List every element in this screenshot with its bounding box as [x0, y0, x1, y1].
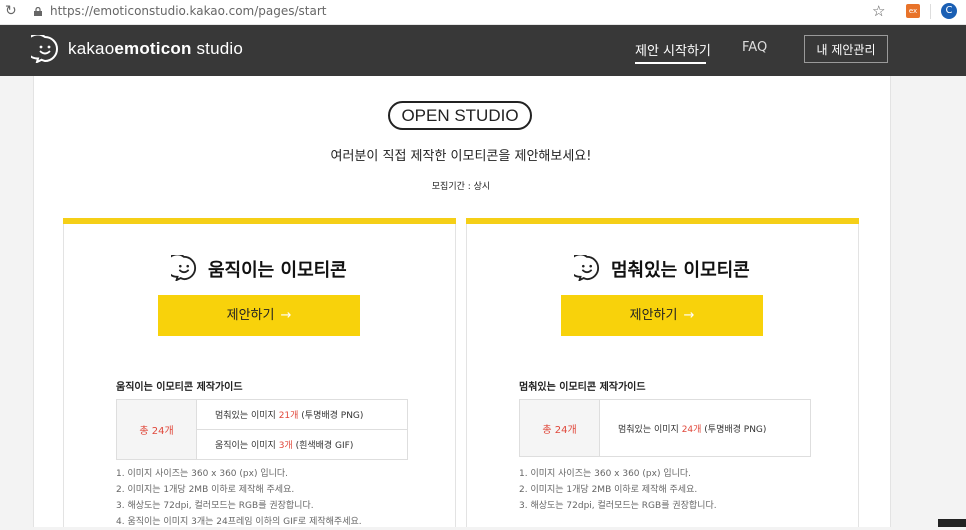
- card-accent-bar: [466, 218, 859, 224]
- lock-icon: [34, 7, 42, 16]
- card-title: 움직이는 이모티콘: [208, 260, 347, 281]
- static-emoticon-card: 멈춰있는 이모티콘 제안하기 → 멈춰있는 이모티콘 제작가이드 총 24개 멈춰…: [466, 218, 859, 527]
- browser-toolbar: ↻ https://emoticonstudio.kakao.com/pages…: [0, 0, 966, 25]
- total-count: 총 24개: [519, 399, 600, 457]
- guide-table: 총 24개 멈춰있는 이미지 24개 (투명배경 PNG): [519, 399, 811, 457]
- bookmark-star-icon[interactable]: ☆: [872, 2, 885, 20]
- table-row: 멈춰있는 이미지 21개 (투명배경 PNG): [196, 399, 408, 430]
- speech-bubble-smile-icon: [574, 255, 599, 281]
- guide-title: 멈춰있는 이모티콘 제작가이드: [519, 382, 646, 393]
- propose-button[interactable]: 제안하기 →: [158, 295, 360, 336]
- reload-icon[interactable]: ↻: [5, 3, 17, 19]
- table-row: 움직이는 이미지 3개 (흰색배경 GIF): [196, 429, 408, 460]
- guide-title: 움직이는 이모티콘 제작가이드: [116, 382, 243, 393]
- list-item: 2. 이미지는 1개당 2MB 이하로 제작해 주세요.: [519, 485, 698, 495]
- animated-emoticon-card: 움직이는 이모티콘 제안하기 → 움직이는 이모티콘 제작가이드 총 24개 멈춰…: [63, 218, 456, 527]
- site-header: kakaoemoticon studio 제안 시작하기 FAQ 내 제안관리: [0, 25, 966, 76]
- open-studio-badge: OPEN STUDIO: [388, 101, 532, 130]
- speech-bubble-smile-icon[interactable]: [31, 35, 59, 63]
- list-item: 3. 해상도는 72dpi, 컬러모드는 RGB를 권장합니다.: [519, 501, 717, 511]
- my-proposals-button[interactable]: 내 제안관리: [804, 35, 888, 63]
- guide-notes: 1. 이미지 사이즈는 360 x 360 (px) 입니다. 2. 이미지는 …: [519, 466, 717, 514]
- list-item: 1. 이미지 사이즈는 360 x 360 (px) 입니다.: [519, 469, 692, 479]
- guide-table: 총 24개 멈춰있는 이미지 21개 (투명배경 PNG) 움직이는 이미지 3…: [116, 399, 408, 460]
- scroll-top-button[interactable]: [938, 519, 966, 527]
- total-count: 총 24개: [116, 399, 197, 460]
- table-row: 멈춰있는 이미지 24개 (투명배경 PNG): [599, 399, 811, 457]
- nav-start-proposal[interactable]: 제안 시작하기: [635, 40, 711, 59]
- address-bar[interactable]: https://emoticonstudio.kakao.com/pages/s…: [50, 4, 327, 18]
- recruitment-period: 모집기간 : 상시: [431, 182, 491, 192]
- extension-icon[interactable]: ex: [906, 4, 920, 18]
- arrow-right-icon: →: [280, 308, 292, 323]
- site-logo[interactable]: kakaoemoticon studio: [68, 39, 243, 59]
- guide-notes: 1. 이미지 사이즈는 360 x 360 (px) 입니다. 2. 이미지는 …: [116, 466, 362, 530]
- card-accent-bar: [63, 218, 456, 224]
- toolbar-divider: [930, 4, 931, 19]
- arrow-right-icon: →: [683, 308, 695, 323]
- list-item: 3. 해상도는 72dpi, 컬러모드는 RGB를 권장합니다.: [116, 501, 314, 511]
- list-item: 4. 움직이는 이미지 3개는 24프레임 이하의 GIF로 제작해주세요.: [116, 517, 362, 527]
- list-item: 1. 이미지 사이즈는 360 x 360 (px) 입니다.: [116, 469, 289, 479]
- profile-avatar[interactable]: C: [941, 3, 957, 19]
- active-nav-indicator: [635, 62, 706, 64]
- list-item: 2. 이미지는 1개당 2MB 이하로 제작해 주세요.: [116, 485, 295, 495]
- page-subtitle: 여러분이 직접 제작한 이모티콘을 제안해보세요!: [330, 149, 592, 164]
- nav-faq[interactable]: FAQ: [742, 40, 767, 55]
- propose-button[interactable]: 제안하기 →: [561, 295, 763, 336]
- card-title: 멈춰있는 이모티콘: [611, 260, 750, 281]
- speech-bubble-smile-icon: [171, 255, 196, 281]
